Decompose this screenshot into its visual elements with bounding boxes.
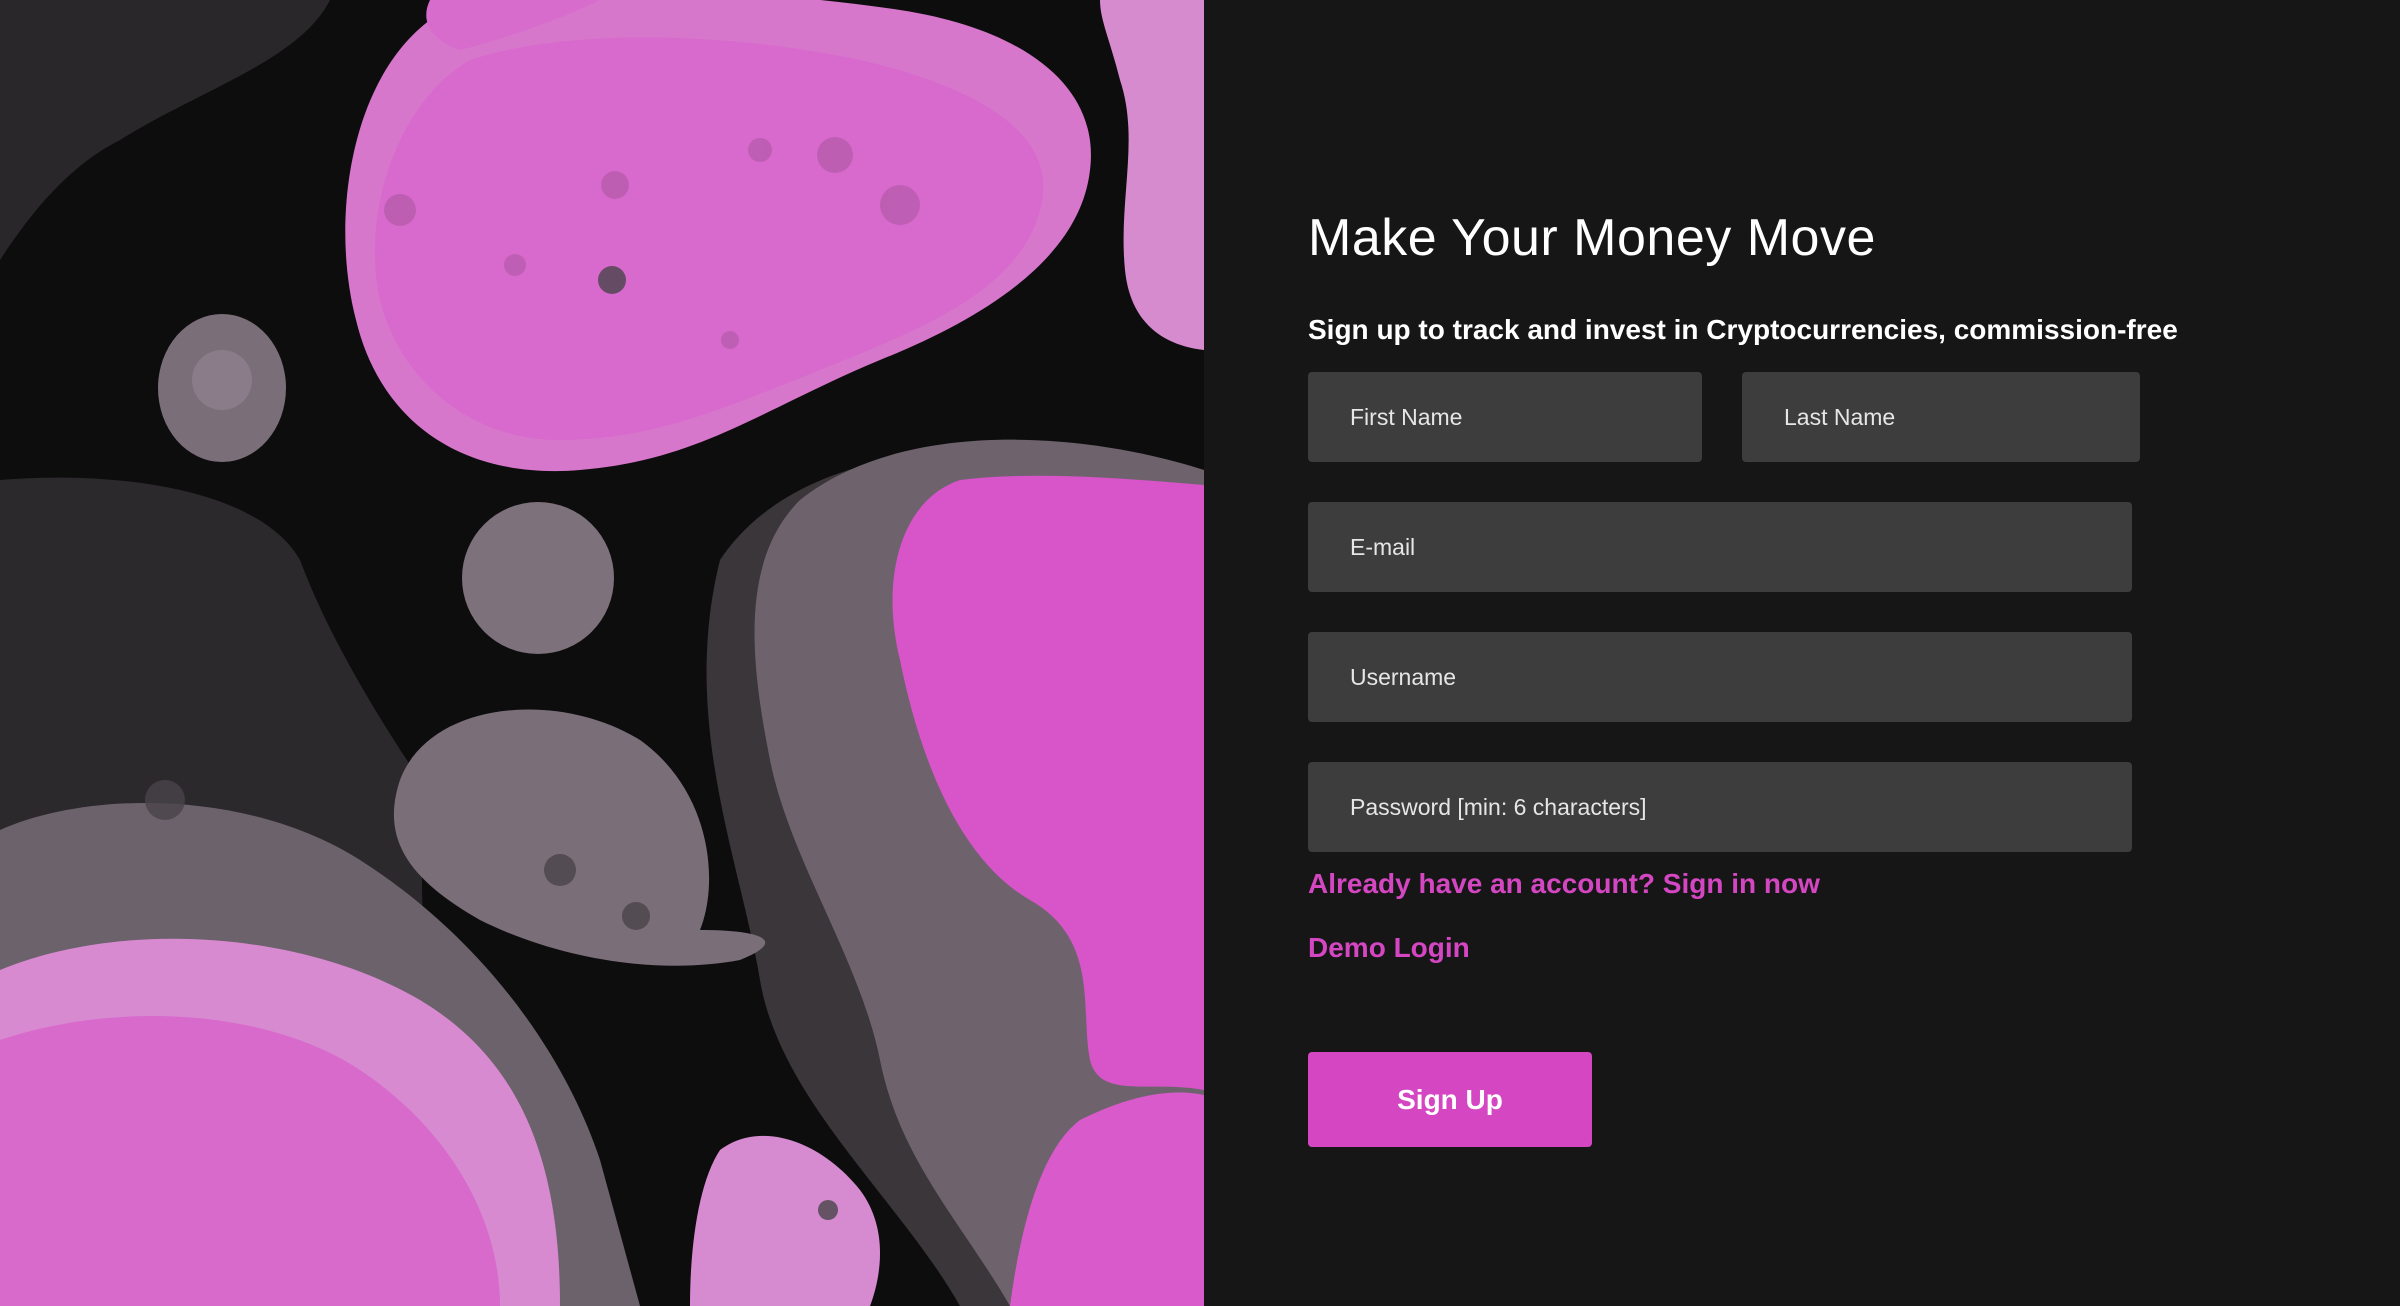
decorative-artwork-panel	[0, 0, 1204, 1306]
sign-up-button[interactable]: Sign Up	[1308, 1052, 1592, 1147]
page-subtitle: Sign up to track and invest in Cryptocur…	[1308, 314, 2178, 345]
username-input[interactable]	[1308, 632, 2132, 722]
first-name-input[interactable]	[1308, 372, 1702, 462]
password-input[interactable]	[1308, 762, 2132, 852]
email-input[interactable]	[1308, 502, 2132, 592]
page-title: Make Your Money Move	[1308, 209, 1876, 267]
signup-page: Make Your Money Move Sign up to track an…	[0, 0, 2400, 1306]
demo-login-link[interactable]: Demo Login	[1308, 932, 1470, 964]
sign-in-link[interactable]: Already have an account? Sign in now	[1308, 868, 1820, 900]
last-name-input[interactable]	[1742, 372, 2140, 462]
abstract-fluid-art-image	[0, 0, 1204, 1306]
signup-form-panel: Make Your Money Move Sign up to track an…	[1204, 0, 2400, 1306]
